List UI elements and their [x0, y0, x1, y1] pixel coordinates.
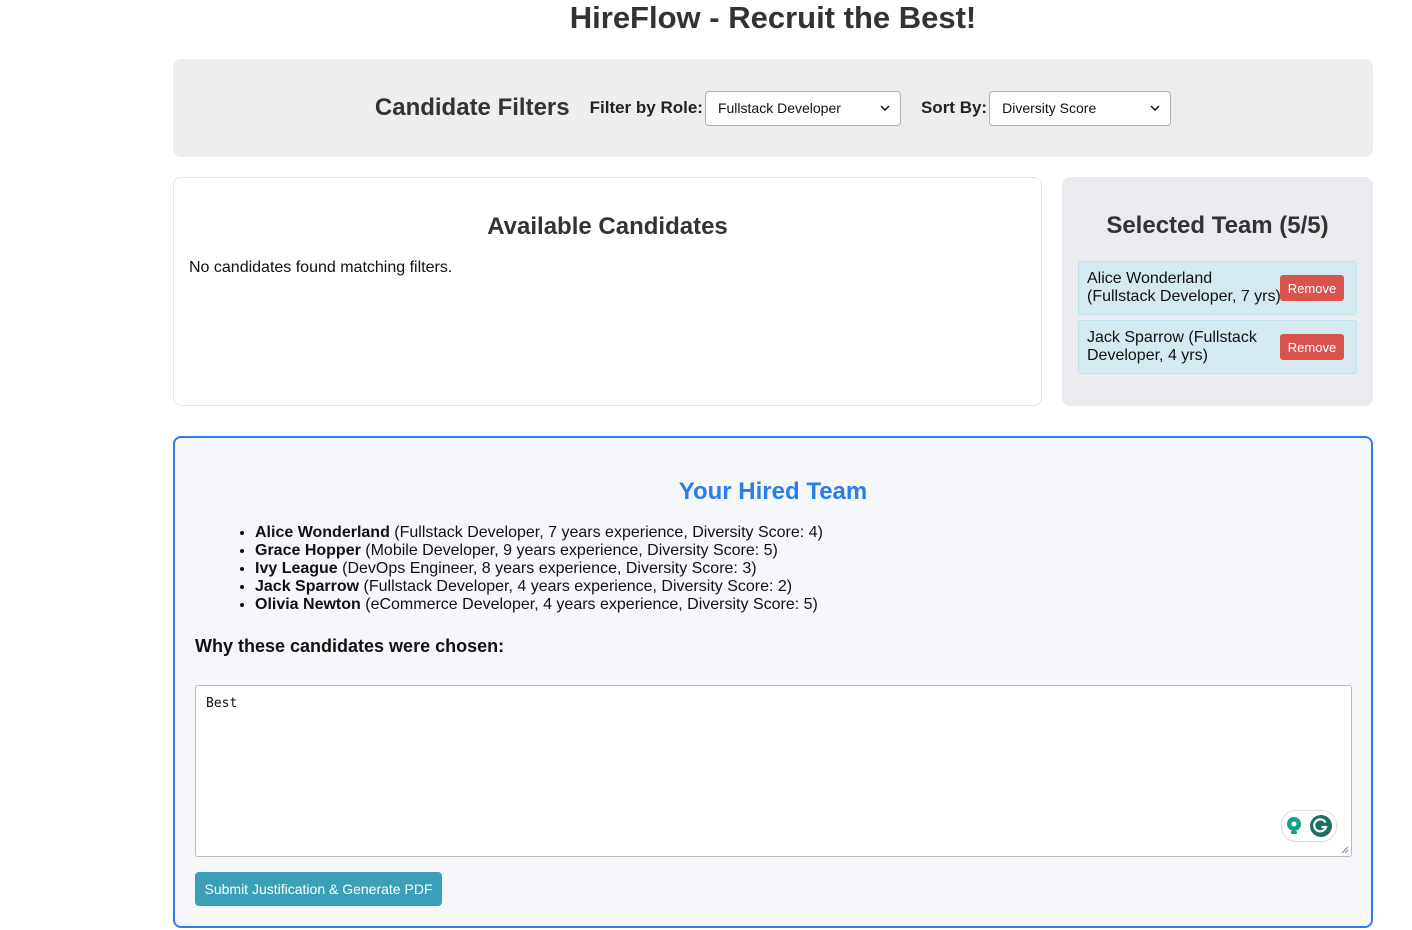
list-item: Jack Sparrow (Fullstack Developer, 4 yea…	[255, 578, 1371, 596]
member-details: (Fullstack Developer, 7 years experience…	[389, 524, 823, 541]
justification-textarea[interactable]: Best	[195, 685, 1352, 857]
role-filter-group: Filter by Role: Fullstack Developer	[589, 90, 901, 126]
empty-message: No candidates found matching filters.	[189, 259, 453, 276]
selected-item-label: Jack Sparrow (Fullstack Developer, 4 yrs…	[1087, 329, 1257, 364]
sort-label: Sort By:	[920, 98, 988, 117]
member-details: (eCommerce Developer, 4 years experience…	[360, 596, 818, 613]
member-name: Ivy League	[255, 560, 338, 577]
member-name: Grace Hopper	[255, 542, 361, 559]
chevron-down-icon	[880, 105, 890, 112]
list-item: Alice Wonderland (Fullstack Developer, 7…	[255, 524, 1371, 542]
available-heading: Available Candidates	[487, 213, 728, 240]
hired-team-list: Alice Wonderland (Fullstack Developer, 7…	[175, 524, 1371, 614]
justification-label: Why these candidates were chosen:	[195, 636, 505, 656]
justification-text: Best	[206, 696, 238, 711]
role-filter-label: Filter by Role:	[589, 98, 703, 117]
role-select[interactable]: Fullstack Developer	[704, 90, 901, 126]
grammarly-widget[interactable]	[1281, 810, 1337, 842]
resize-handle-icon[interactable]	[1341, 846, 1349, 854]
selected-team-item: Alice Wonderland (Fullstack Developer, 7…	[1078, 261, 1357, 315]
role-select-value: Fullstack Developer	[717, 100, 841, 116]
sort-select[interactable]: Diversity Score	[989, 90, 1172, 126]
chevron-down-icon	[1150, 105, 1160, 112]
lightbulb-icon	[1287, 817, 1301, 834]
member-details: (Fullstack Developer, 4 years experience…	[359, 578, 793, 595]
list-item: Olivia Newton (eCommerce Developer, 4 ye…	[255, 596, 1371, 614]
remove-button[interactable]: Remove	[1280, 275, 1344, 301]
candidate-filters-panel: Candidate Filters Filter by Role: Fullst…	[173, 59, 1373, 157]
selected-heading: Selected Team (5/5)	[1106, 212, 1329, 239]
hired-heading: Your Hired Team	[678, 478, 868, 505]
available-candidates-panel: Available Candidates No candidates found…	[173, 177, 1042, 406]
remove-button[interactable]: Remove	[1280, 334, 1344, 360]
grammarly-icon	[1310, 815, 1332, 837]
selected-team-panel: Selected Team (5/5) Alice Wonderland (Fu…	[1062, 177, 1373, 406]
member-details: (DevOps Engineer, 8 years experience, Di…	[337, 560, 757, 577]
member-name: Alice Wonderland	[255, 524, 390, 541]
list-item: Grace Hopper (Mobile Developer, 9 years …	[255, 542, 1371, 560]
filters-heading: Candidate Filters	[374, 94, 570, 121]
page-title: HireFlow - Recruit the Best!	[569, 0, 977, 35]
member-details: (Mobile Developer, 9 years experience, D…	[360, 542, 778, 559]
selected-item-label: Alice Wonderland (Fullstack Developer, 7…	[1087, 270, 1281, 305]
hired-team-panel: Your Hired Team Alice Wonderland (Fullst…	[173, 436, 1373, 928]
list-item: Ivy League (DevOps Engineer, 8 years exp…	[255, 560, 1371, 578]
submit-justification-button[interactable]: Submit Justification & Generate PDF	[195, 872, 442, 906]
selected-team-item: Jack Sparrow (Fullstack Developer, 4 yrs…	[1078, 320, 1357, 374]
sort-filter-group: Sort By: Diversity Score	[920, 90, 1172, 126]
member-name: Olivia Newton	[255, 596, 361, 613]
member-name: Jack Sparrow	[255, 578, 360, 595]
sort-select-value: Diversity Score	[1002, 100, 1097, 116]
